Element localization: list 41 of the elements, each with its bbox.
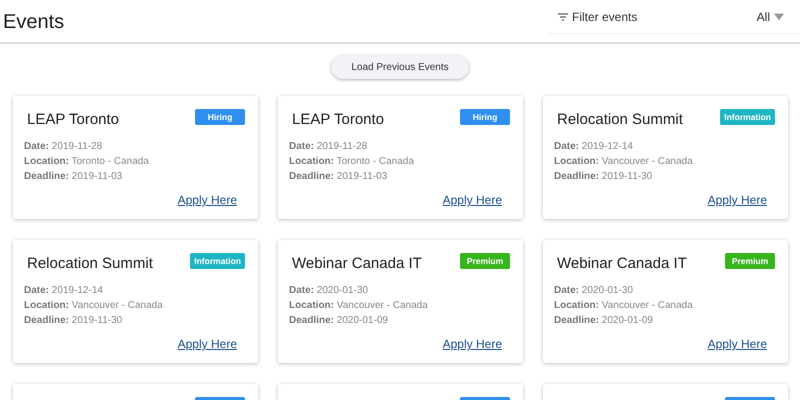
deadline-text: Deadline: 2020-01-09 [554,315,654,326]
deadline-text: Deadline: 2019-11-30 [24,315,124,326]
filter-icon [558,12,568,20]
event-title: Relocation Summit [557,111,683,128]
event-title: Webinar Canada IT [292,255,422,272]
location-text: Location: Vancouver - Canada [554,300,694,311]
location-text: Location: Vancouver - Canada [554,156,694,167]
date-text: Date: 2019-12-14 [24,285,104,296]
apply-link[interactable]: Apply Here [178,193,237,207]
deadline-text: Deadline: 2020-01-09 [289,315,389,326]
deadline-text: Deadline: 2019-11-03 [24,171,124,182]
category-badge: Hiring [195,109,245,125]
location-text: Location: Toronto - Canada [289,156,415,167]
event-title: Relocation Summit [27,255,153,272]
location-text: Location: Vancouver - Canada [289,300,429,311]
event-title: LEAP Toronto [27,111,120,128]
page-title: Events [3,11,64,34]
category-badge: Premium [725,253,775,269]
apply-link[interactable]: Apply Here [178,337,237,351]
category-badge: Hiring [460,109,510,125]
location-text: Location: Toronto - Canada [24,156,150,167]
date-text: Date: 2019-12-14 [554,141,634,152]
event-title: LEAP Toronto [292,111,384,128]
date-text: Date: 2019-11-28 [24,141,104,152]
date-text: Date: 2020-01-30 [554,285,634,296]
load-previous-button[interactable]: Load Previous Events [331,55,469,79]
date-text: Date: 2020-01-30 [289,285,369,296]
deadline-text: Deadline: 2019-11-30 [554,171,654,182]
apply-link[interactable]: Apply Here [708,193,767,207]
apply-link[interactable]: Apply Here [442,193,502,207]
category-badge: Information [720,109,775,125]
deadline-text: Deadline: 2019-11-03 [289,171,388,182]
category-badge: Premium [460,253,510,269]
filter-field[interactable]: Filter events All [548,0,800,34]
apply-link[interactable]: Apply Here [442,337,502,351]
location-text: Location: Vancouver - Canada [24,300,164,311]
caret-icon [774,12,784,20]
category-badge: Information [190,253,245,269]
event-title: Webinar Canada IT [557,255,687,272]
apply-link[interactable]: Apply Here [708,337,767,351]
date-text: Date: 2019-11-28 [289,141,368,152]
